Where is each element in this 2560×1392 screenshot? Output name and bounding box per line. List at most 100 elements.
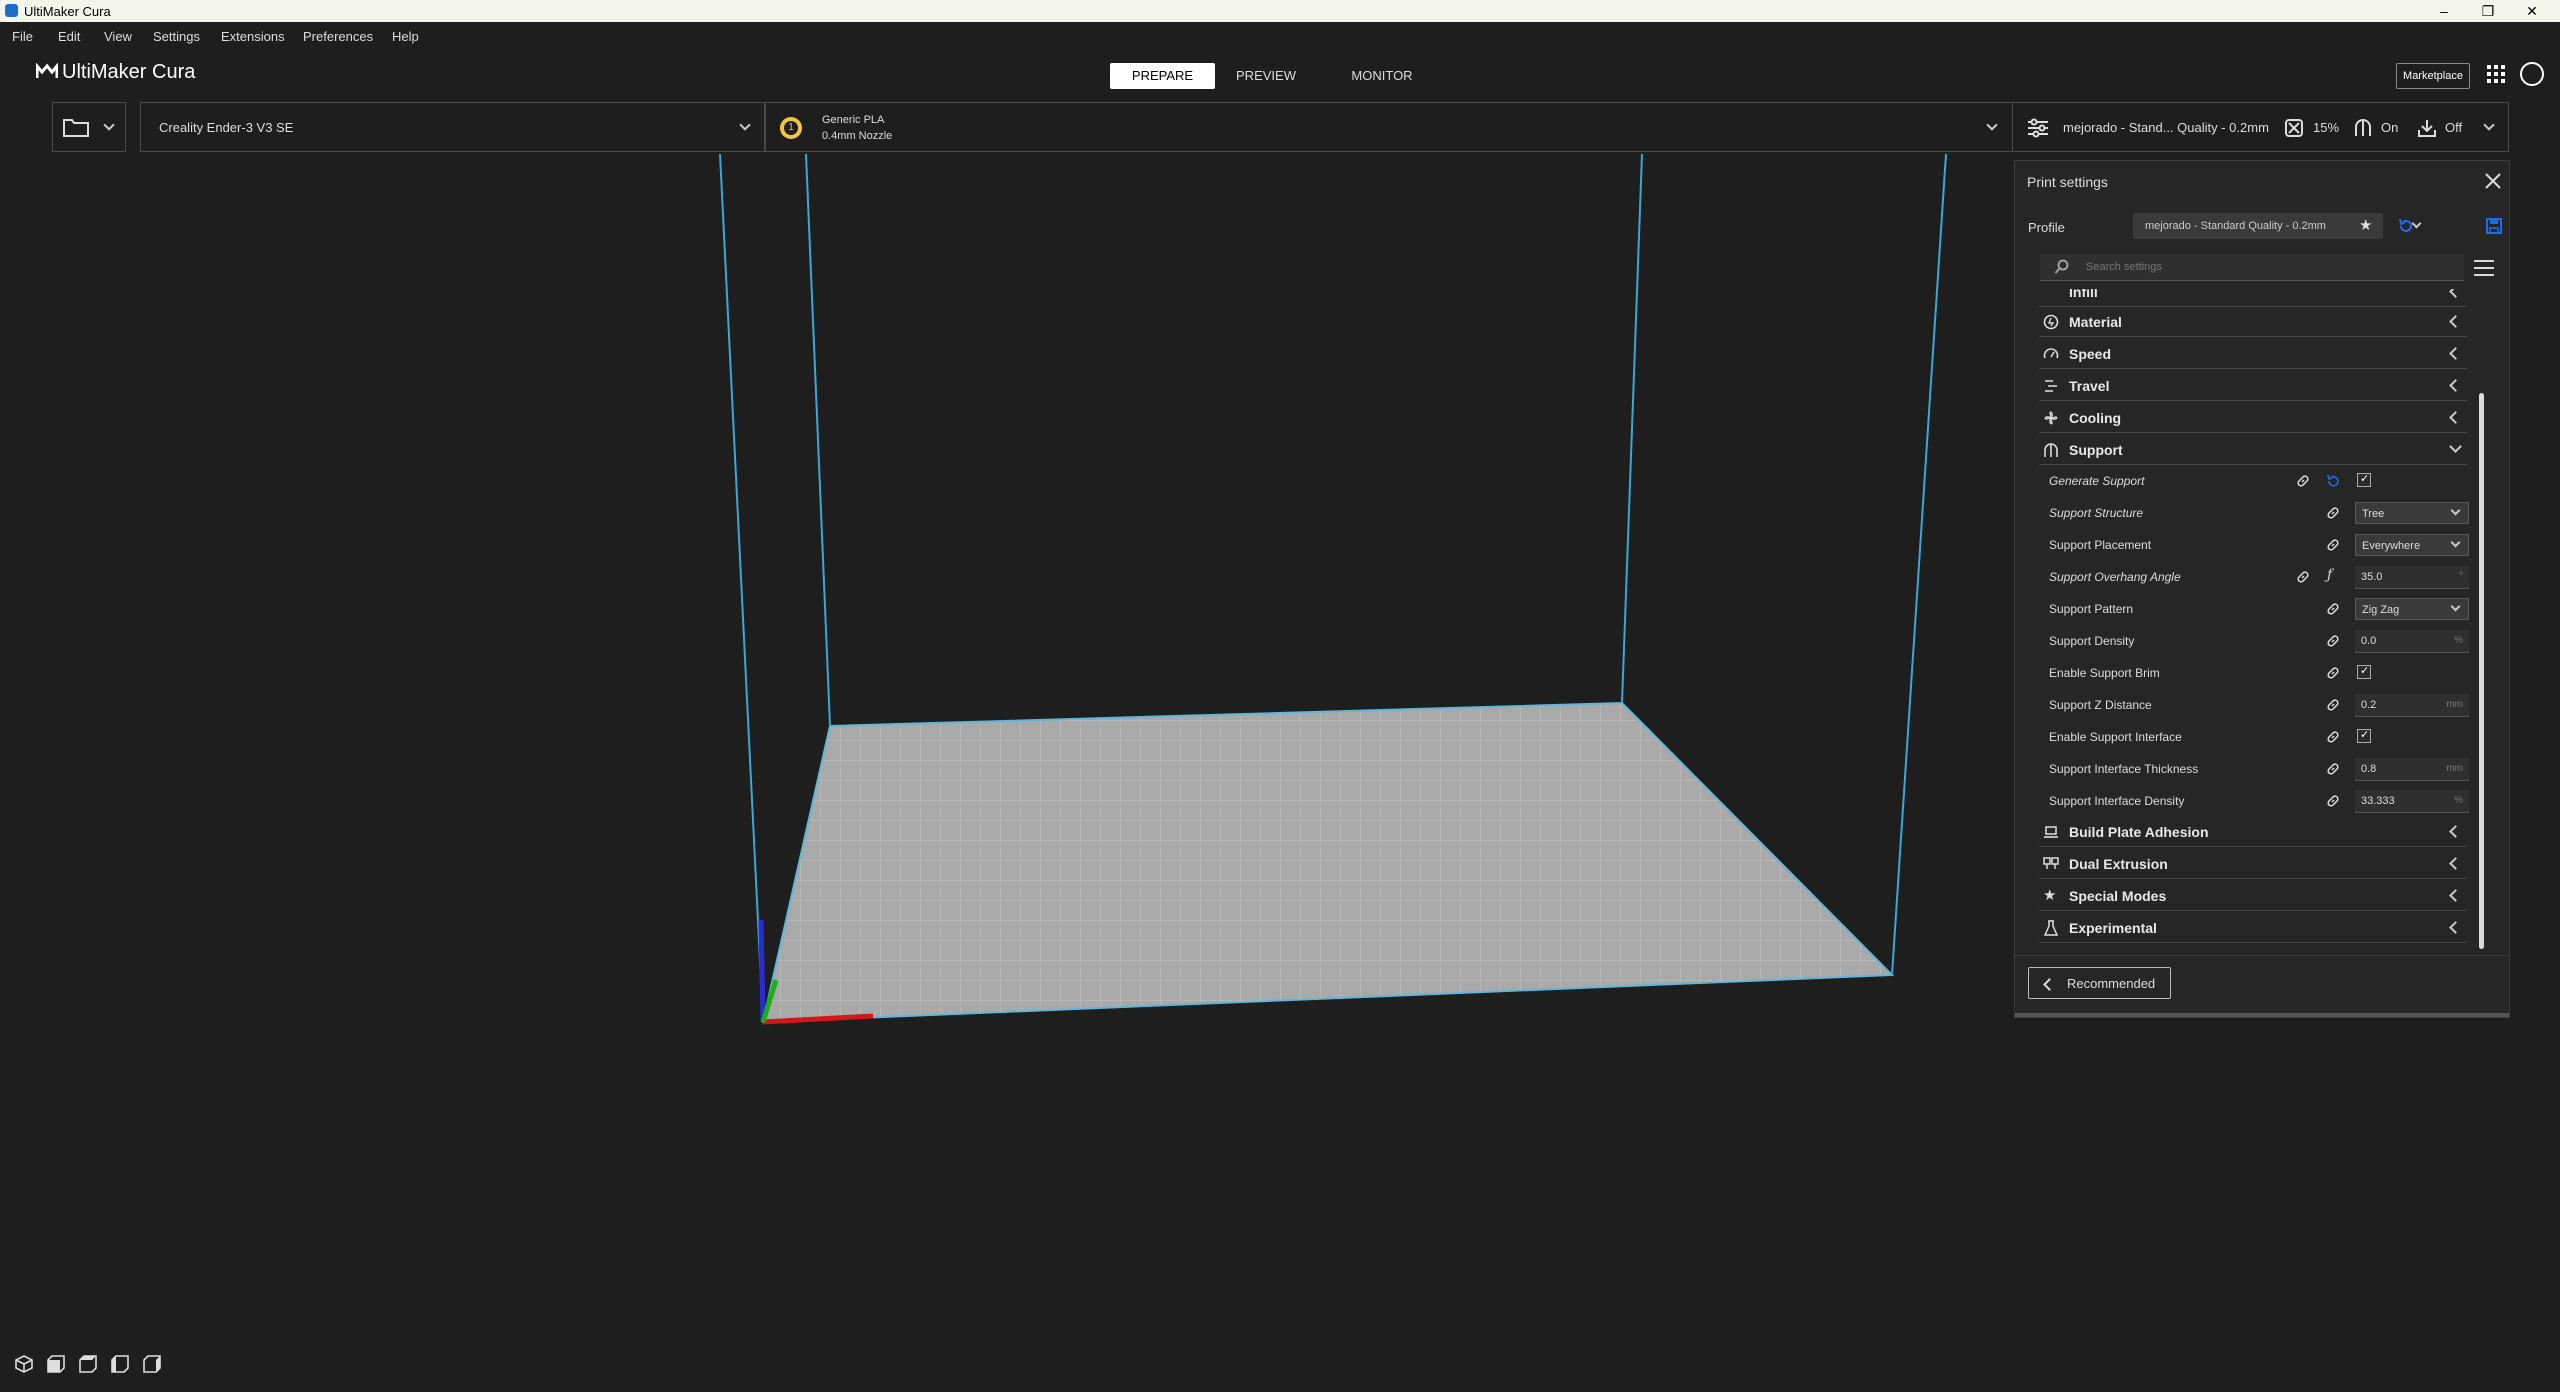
close-window-button[interactable]: ✕ [2512, 0, 2552, 22]
link-icon[interactable] [2325, 505, 2341, 521]
tab-prepare[interactable]: PREPARE [1110, 63, 1215, 89]
view-right-icon[interactable] [142, 1354, 162, 1374]
function-icon[interactable]: ƒ [2327, 567, 2343, 583]
panel-resize-handle[interactable] [2015, 1013, 2509, 1017]
settings-list: Infill Material Speed Travel Cooling Sup… [2015, 289, 2485, 959]
section-cooling[interactable]: Cooling [2039, 403, 2467, 433]
setting-value: 33.333 [2361, 795, 2395, 807]
menu-settings[interactable]: Settings [153, 29, 200, 44]
search-settings-input[interactable]: Search settings [2040, 254, 2464, 281]
view-front-icon[interactable] [46, 1354, 66, 1374]
menu-file[interactable]: File [12, 29, 33, 44]
chevron-down-icon [1986, 119, 1998, 131]
setting-support-z-distance: Support Z Distance 0.2 mm [2039, 689, 2469, 721]
link-icon[interactable] [2325, 665, 2341, 681]
link-icon[interactable] [2325, 537, 2341, 553]
section-support[interactable]: Support [2039, 435, 2467, 465]
printer-selector[interactable]: Creality Ender-3 V3 SE [140, 102, 765, 152]
apps-grid-icon[interactable] [2486, 64, 2506, 84]
account-icon[interactable] [2520, 62, 2544, 86]
menu-extensions[interactable]: Extensions [221, 29, 285, 44]
chevron-left-icon [2449, 825, 2462, 838]
link-icon[interactable] [2295, 473, 2311, 489]
reset-setting-icon[interactable] [2325, 473, 2341, 489]
extruder-number: 1 [784, 121, 798, 135]
material-selector[interactable]: 1 Generic PLA 0.4mm Nozzle [765, 102, 2013, 152]
tab-preview[interactable]: PREVIEW [1230, 63, 1302, 89]
link-icon[interactable] [2325, 793, 2341, 809]
marketplace-button[interactable]: Marketplace [2396, 63, 2470, 89]
section-infill[interactable]: Infill [2039, 289, 2467, 307]
ultimaker-logo: UltiMaker Cura [36, 61, 195, 84]
section-travel[interactable]: Travel [2039, 371, 2467, 401]
setting-support-interface-thickness: Support Interface Thickness 0.8 mm [2039, 753, 2469, 785]
link-icon[interactable] [2325, 761, 2341, 777]
section-speed[interactable]: Speed [2039, 339, 2467, 369]
section-label: Special Modes [2069, 888, 2167, 904]
section-special-modes[interactable]: ★ Special Modes [2039, 881, 2467, 911]
print-settings-summary[interactable]: mejorado - Stand... Quality - 0.2mm 15% … [2013, 102, 2509, 152]
settings-menu-icon[interactable] [2473, 258, 2495, 278]
setting-support-pattern: Support Pattern Zig Zag [2039, 593, 2469, 625]
reset-profile-icon[interactable] [2397, 217, 2415, 235]
restore-button[interactable]: ❐ [2468, 0, 2508, 22]
enable-support-brim-checkbox[interactable]: ✓ [2357, 665, 2371, 679]
menu-edit[interactable]: Edit [58, 29, 80, 44]
chevron-down-icon [2450, 601, 2461, 612]
support-z-distance-input[interactable]: 0.2 mm [2355, 694, 2469, 717]
star-icon[interactable]: ★ [2359, 216, 2372, 234]
section-build-plate-adhesion[interactable]: Build Plate Adhesion [2039, 817, 2467, 847]
link-icon[interactable] [2325, 633, 2341, 649]
open-file-button[interactable] [52, 102, 126, 152]
recommended-label: Recommended [2067, 976, 2156, 991]
recommended-button[interactable]: Recommended [2028, 967, 2171, 999]
section-dual-extrusion[interactable]: Dual Extrusion [2039, 849, 2467, 879]
view-left-icon[interactable] [110, 1354, 130, 1374]
setting-label: Support Density [2049, 634, 2135, 648]
menu-help[interactable]: Help [392, 29, 419, 44]
enable-support-interface-checkbox[interactable]: ✓ [2357, 729, 2371, 743]
chevron-down-icon [739, 119, 751, 131]
link-icon[interactable] [2325, 601, 2341, 617]
view-3d-icon[interactable] [14, 1354, 34, 1374]
close-icon[interactable] [2483, 171, 2503, 191]
checkmark-icon: ✓ [2360, 729, 2370, 741]
checkmark-icon: ✓ [2360, 473, 2370, 485]
search-icon [2054, 259, 2069, 274]
section-material[interactable]: Material [2039, 307, 2467, 337]
minimize-button[interactable]: – [2424, 0, 2464, 22]
menu-preferences[interactable]: Preferences [303, 29, 373, 44]
setting-value: Everywhere [2362, 540, 2421, 552]
support-interface-density-input[interactable]: 33.333% [2355, 790, 2469, 813]
link-icon[interactable] [2325, 729, 2341, 745]
setting-value: Tree [2362, 508, 2385, 520]
build-plate[interactable] [761, 701, 1895, 1024]
section-experimental[interactable]: Experimental [2039, 913, 2467, 943]
generate-support-checkbox[interactable]: ✓ [2357, 473, 2371, 487]
profile-dropdown[interactable]: mejorado - Standard Quality - 0.2mm ★ [2133, 213, 2422, 239]
section-label: Travel [2069, 378, 2110, 394]
link-icon[interactable] [2295, 569, 2311, 585]
view-top-icon[interactable] [78, 1354, 98, 1374]
save-profile-icon[interactable] [2485, 217, 2503, 235]
settings-scrollbar[interactable] [2479, 393, 2484, 949]
menu-view[interactable]: View [104, 29, 132, 44]
support-interface-thickness-input[interactable]: 0.8 mm [2355, 758, 2469, 781]
tab-monitor[interactable]: MONITOR [1346, 63, 1418, 89]
flask-icon [2043, 920, 2059, 936]
setting-value: 35.0 [2361, 571, 2383, 583]
chevron-left-icon [2043, 978, 2056, 991]
support-pattern-dropdown[interactable]: Zig Zag [2355, 598, 2469, 620]
support-density-input[interactable]: 0.0% [2355, 630, 2469, 653]
setting-label: Support Placement [2049, 538, 2152, 552]
link-icon[interactable] [2325, 697, 2341, 713]
section-label: Support [2069, 442, 2123, 458]
logo-text: UltiMaker Cura [62, 61, 196, 83]
support-placement-dropdown[interactable]: Everywhere [2355, 534, 2469, 556]
cooling-fan-icon [2044, 411, 2058, 425]
support-structure-dropdown[interactable]: Tree [2355, 502, 2469, 524]
speed-icon [2043, 348, 2059, 359]
support-overhang-angle-input[interactable]: 35.0 ° [2355, 566, 2469, 589]
window-titlebar: UltiMaker Cura – ❐ ✕ [0, 0, 2560, 22]
setting-support-structure: Support Structure Tree [2039, 497, 2469, 529]
